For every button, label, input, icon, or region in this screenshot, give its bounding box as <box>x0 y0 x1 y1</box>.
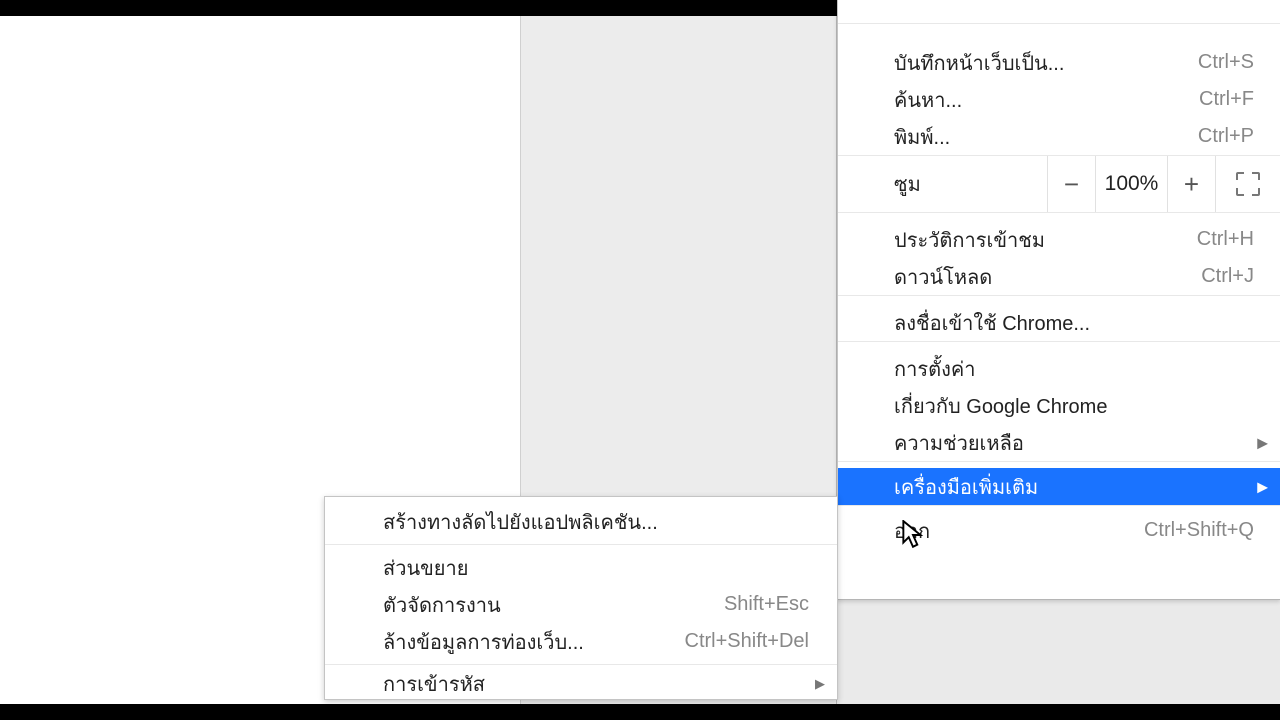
submenu-item-encoding[interactable]: การเข้ารหัส ▶ <box>325 669 837 699</box>
menu-item-history[interactable]: ประวัติการเข้าชม Ctrl+H <box>838 221 1280 258</box>
fullscreen-icon <box>1236 172 1260 196</box>
menu-shortcut: Ctrl+H <box>1197 228 1254 251</box>
menu-item-exit[interactable]: ออก Ctrl+Shift+Q <box>838 512 1280 549</box>
menu-shortcut: Shift+Esc <box>724 593 809 616</box>
menu-label: ความช่วยเหลือ <box>894 427 1024 459</box>
menu-shortcut: Ctrl+J <box>1201 265 1254 288</box>
menu-label: ค้นหา... <box>894 84 962 116</box>
menu-item-more-tools[interactable]: เครื่องมือเพิ่มเติม ▶ <box>838 468 1280 505</box>
menu-item-find[interactable]: ค้นหา... Ctrl+F <box>838 81 1280 118</box>
menu-item-settings[interactable]: การตั้งค่า <box>838 350 1280 387</box>
menu-label: ล้างข้อมูลการท่องเว็บ... <box>383 626 584 658</box>
menu-label: การเข้ารหัส <box>383 668 485 700</box>
window-bottom-bar <box>0 704 1280 720</box>
submenu-item-extensions[interactable]: ส่วนขยาย <box>325 549 837 586</box>
zoom-in-button[interactable]: + <box>1168 156 1216 212</box>
menu-label: เกี่ยวกับ Google Chrome <box>894 390 1107 422</box>
menu-item-save-page-as[interactable]: บันทึกหน้าเว็บเป็น... Ctrl+S <box>838 44 1280 81</box>
menu-label: ออก <box>894 515 930 547</box>
menu-zoom-row: ซูม − 100% + <box>838 156 1280 212</box>
zoom-out-button[interactable]: − <box>1048 156 1096 212</box>
menu-item-signin-chrome[interactable]: ลงชื่อเข้าใช้ Chrome... <box>838 304 1280 341</box>
submenu-caret-icon: ▶ <box>1257 478 1268 495</box>
menu-label: บันทึกหน้าเว็บเป็น... <box>894 47 1064 79</box>
menu-shortcut: Ctrl+Shift+Q <box>1144 519 1254 542</box>
menu-label: ส่วนขยาย <box>383 552 468 584</box>
menu-label: พิมพ์... <box>894 121 950 153</box>
menu-shortcut: Ctrl+Shift+Del <box>685 630 810 653</box>
more-tools-submenu: สร้างทางลัดไปยังแอปพลิเคชัน... ส่วนขยาย … <box>324 496 838 700</box>
menu-shortcut: Ctrl+P <box>1198 125 1254 148</box>
menu-item-downloads[interactable]: ดาวน์โหลด Ctrl+J <box>838 258 1280 295</box>
menu-shortcut: Ctrl+S <box>1198 51 1254 74</box>
menu-label: ดาวน์โหลด <box>894 261 992 293</box>
fullscreen-button[interactable] <box>1216 156 1280 212</box>
menu-label: ประวัติการเข้าชม <box>894 224 1045 256</box>
submenu-caret-icon: ▶ <box>815 676 825 692</box>
zoom-label: ซูม <box>838 156 1048 212</box>
menu-item-print[interactable]: พิมพ์... Ctrl+P <box>838 118 1280 155</box>
menu-item-about-chrome[interactable]: เกี่ยวกับ Google Chrome <box>838 387 1280 424</box>
menu-label: ตัวจัดการงาน <box>383 589 501 621</box>
menu-label: การตั้งค่า <box>894 353 975 385</box>
submenu-item-clear-browsing-data[interactable]: ล้างข้อมูลการท่องเว็บ... Ctrl+Shift+Del <box>325 623 837 660</box>
submenu-caret-icon: ▶ <box>1257 434 1268 451</box>
submenu-item-task-manager[interactable]: ตัวจัดการงาน Shift+Esc <box>325 586 837 623</box>
menu-shortcut: Ctrl+F <box>1199 88 1254 111</box>
menu-label: ลงชื่อเข้าใช้ Chrome... <box>894 307 1090 339</box>
menu-item-help[interactable]: ความช่วยเหลือ ▶ <box>838 424 1280 461</box>
chrome-main-menu: บันทึกหน้าเว็บเป็น... Ctrl+S ค้นหา... Ct… <box>837 0 1280 600</box>
submenu-item-create-shortcut[interactable]: สร้างทางลัดไปยังแอปพลิเคชัน... <box>325 503 837 540</box>
menu-label: สร้างทางลัดไปยังแอปพลิเคชัน... <box>383 506 658 538</box>
menu-label: เครื่องมือเพิ่มเติม <box>894 471 1038 503</box>
zoom-value: 100% <box>1096 156 1168 212</box>
